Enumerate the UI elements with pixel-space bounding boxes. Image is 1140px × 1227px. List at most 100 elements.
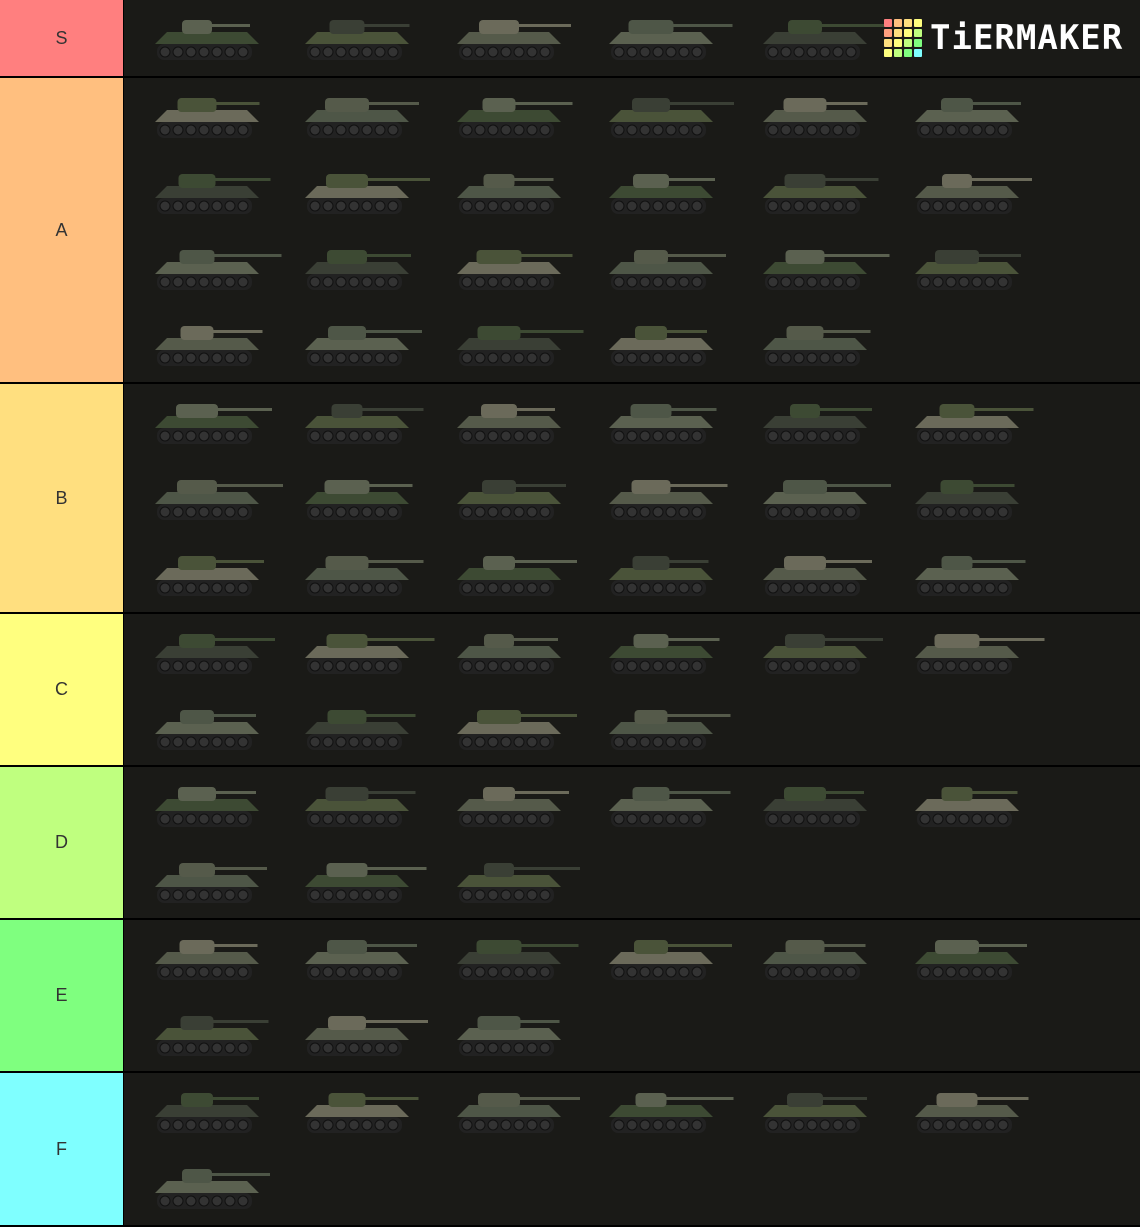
tank-icon[interactable] <box>897 464 1047 534</box>
tank-icon[interactable] <box>287 924 437 994</box>
tank-icon[interactable] <box>137 234 287 304</box>
tank-icon[interactable] <box>137 310 287 380</box>
tank-icon[interactable] <box>137 924 287 994</box>
tank-icon[interactable] <box>591 540 741 610</box>
tank-icon[interactable] <box>591 618 741 688</box>
tank-icon[interactable] <box>591 464 741 534</box>
tank-icon[interactable] <box>287 771 437 841</box>
tank-icon[interactable] <box>439 158 589 228</box>
tank-icon[interactable] <box>287 847 437 917</box>
tank-icon[interactable] <box>137 1077 287 1147</box>
tank-icon[interactable] <box>137 464 287 534</box>
tank-icon[interactable] <box>591 694 741 764</box>
tank-icon[interactable] <box>591 4 741 74</box>
tank-icon[interactable] <box>439 234 589 304</box>
tank-icon[interactable] <box>897 771 1047 841</box>
tank-icon[interactable] <box>439 694 589 764</box>
tier-row-f: F <box>0 1073 1140 1227</box>
tank-icon[interactable] <box>591 1077 741 1147</box>
logo-cell <box>894 39 902 47</box>
tank-icon[interactable] <box>287 540 437 610</box>
tank-icon[interactable] <box>287 1000 437 1070</box>
tank-icon[interactable] <box>897 234 1047 304</box>
tank-icon[interactable] <box>137 540 287 610</box>
tank-icon[interactable] <box>287 158 437 228</box>
tank-icon[interactable] <box>745 924 895 994</box>
tank-icon[interactable] <box>439 1000 589 1070</box>
tier-label[interactable]: E <box>0 920 124 1071</box>
tank-icon[interactable] <box>745 1077 895 1147</box>
tank-icon[interactable] <box>745 310 895 380</box>
tank-icon[interactable] <box>897 158 1047 228</box>
tank-icon[interactable] <box>439 4 589 74</box>
tank-icon[interactable] <box>287 694 437 764</box>
tank-icon[interactable] <box>287 1077 437 1147</box>
tank-icon[interactable] <box>897 540 1047 610</box>
tank-icon[interactable] <box>439 388 589 458</box>
tank-icon[interactable] <box>137 1153 287 1223</box>
logo-cell <box>894 19 902 27</box>
tank-icon[interactable] <box>897 1077 1047 1147</box>
tank-icon[interactable] <box>439 82 589 152</box>
tier-label[interactable]: C <box>0 614 124 765</box>
tank-icon[interactable] <box>591 310 741 380</box>
tank-icon[interactable] <box>897 82 1047 152</box>
tank-icon[interactable] <box>137 618 287 688</box>
tank-icon[interactable] <box>287 310 437 380</box>
tank-icon[interactable] <box>897 388 1047 458</box>
tank-icon[interactable] <box>591 924 741 994</box>
logo-cell <box>914 29 922 37</box>
tank-icon[interactable] <box>745 388 895 458</box>
tank-icon[interactable] <box>137 847 287 917</box>
tank-icon[interactable] <box>745 82 895 152</box>
logo-cell <box>904 29 912 37</box>
tank-icon[interactable] <box>745 234 895 304</box>
tank-icon[interactable] <box>745 618 895 688</box>
tank-icon[interactable] <box>439 771 589 841</box>
tank-icon[interactable] <box>745 464 895 534</box>
tank-icon[interactable] <box>287 388 437 458</box>
tank-icon[interactable] <box>439 464 589 534</box>
tank-icon[interactable] <box>591 771 741 841</box>
tier-items <box>125 767 1140 918</box>
tank-icon[interactable] <box>745 540 895 610</box>
tank-icon[interactable] <box>897 618 1047 688</box>
tier-row-a: A <box>0 78 1140 384</box>
tank-icon[interactable] <box>287 464 437 534</box>
tank-icon[interactable] <box>287 4 437 74</box>
tier-items <box>125 1073 1140 1225</box>
tank-icon[interactable] <box>287 82 437 152</box>
tier-label[interactable]: D <box>0 767 124 918</box>
tank-icon[interactable] <box>287 618 437 688</box>
tank-icon[interactable] <box>591 388 741 458</box>
tank-icon[interactable] <box>439 618 589 688</box>
tank-icon[interactable] <box>591 158 741 228</box>
tank-icon[interactable] <box>137 694 287 764</box>
tank-icon[interactable] <box>591 82 741 152</box>
tank-icon[interactable] <box>137 82 287 152</box>
tier-row-b: B <box>0 384 1140 614</box>
tank-icon[interactable] <box>745 158 895 228</box>
tier-label[interactable]: S <box>0 0 124 76</box>
tank-icon[interactable] <box>137 158 287 228</box>
tank-icon[interactable] <box>287 234 437 304</box>
tier-label[interactable]: A <box>0 78 124 382</box>
tier-label[interactable]: F <box>0 1073 124 1225</box>
tank-icon[interactable] <box>137 771 287 841</box>
tank-icon[interactable] <box>439 310 589 380</box>
logo-grid-icon <box>884 19 922 57</box>
tank-icon[interactable] <box>745 4 895 74</box>
tank-icon[interactable] <box>439 540 589 610</box>
tank-icon[interactable] <box>897 924 1047 994</box>
tank-icon[interactable] <box>439 924 589 994</box>
tier-items <box>125 78 1140 382</box>
tank-icon[interactable] <box>439 1077 589 1147</box>
tank-icon[interactable] <box>591 234 741 304</box>
tank-icon[interactable] <box>137 4 287 74</box>
tank-icon[interactable] <box>745 771 895 841</box>
tank-icon[interactable] <box>137 388 287 458</box>
logo-text: TiERMAKER <box>930 18 1124 58</box>
tank-icon[interactable] <box>137 1000 287 1070</box>
tank-icon[interactable] <box>439 847 589 917</box>
tier-label[interactable]: B <box>0 384 124 612</box>
